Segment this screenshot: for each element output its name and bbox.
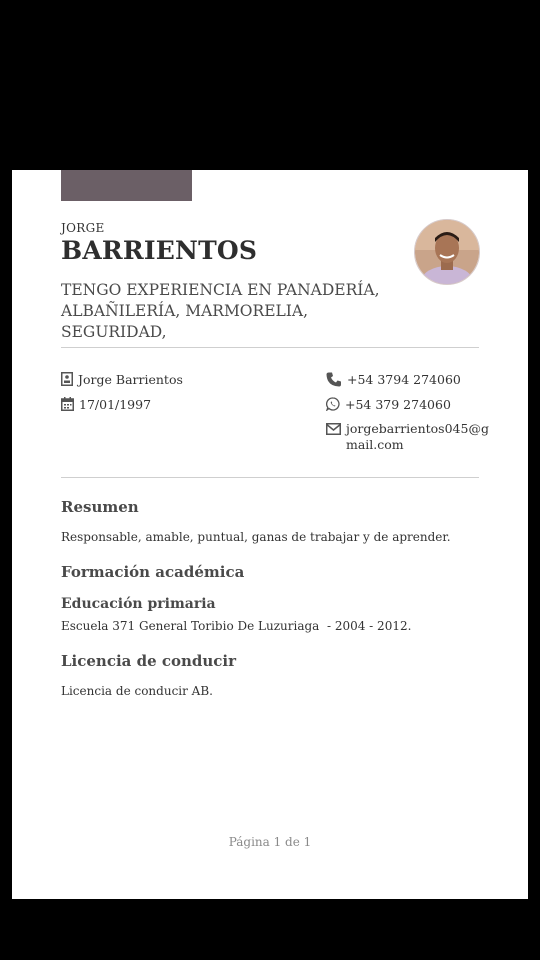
education-title: Formación académica: [61, 563, 245, 581]
id-card-icon: [61, 372, 73, 386]
summary-text: Responsable, amable, puntual, ganas de t…: [61, 530, 451, 544]
resume-page: JORGE BARRIENTOS TENGO EXPERIENCIA EN PA…: [12, 170, 528, 899]
last-name: BARRIENTOS: [61, 236, 258, 265]
page-number: Página 1 de 1: [228, 835, 312, 849]
email-text[interactable]: jorgebarrientos045@g mail.com: [346, 421, 489, 453]
education-entry-detail: Escuela 371 General Toribio De Luzuriaga…: [61, 619, 412, 633]
accent-bar: [61, 170, 192, 201]
license-text: Licencia de conducir AB.: [61, 684, 213, 698]
contact-birthdate: 17/01/1997: [61, 397, 151, 413]
phone-text: +54 3794 274060: [347, 372, 461, 387]
headline: TENGO EXPERIENCIA EN PANADERÍA, ALBAÑILE…: [61, 281, 380, 341]
contact-name-text: Jorge Barrientos: [78, 372, 183, 387]
email-line-1: jorgebarrientos045@g: [346, 421, 489, 436]
contact-whatsapp: +54 379 274060: [326, 397, 451, 413]
calendar-icon: [61, 397, 74, 411]
contact-email[interactable]: jorgebarrientos045@g mail.com: [326, 421, 489, 453]
phone-icon: [326, 372, 341, 387]
divider: [61, 347, 479, 348]
profile-photo-image: [415, 220, 479, 284]
birthdate-text: 17/01/1997: [79, 397, 152, 412]
summary-title: Resumen: [61, 498, 139, 516]
envelope-icon: [326, 423, 341, 435]
divider: [61, 477, 479, 478]
license-title: Licencia de conducir: [61, 652, 237, 670]
email-line-2: mail.com: [346, 437, 404, 452]
profile-photo: [414, 219, 480, 285]
whatsapp-text: +54 379 274060: [345, 397, 451, 412]
whatsapp-icon: [326, 397, 340, 411]
contact-phone: +54 3794 274060: [326, 372, 461, 388]
education-entry-title: Educación primaria: [61, 596, 216, 612]
contact-name: Jorge Barrientos: [61, 372, 183, 388]
first-name: JORGE: [61, 221, 105, 235]
